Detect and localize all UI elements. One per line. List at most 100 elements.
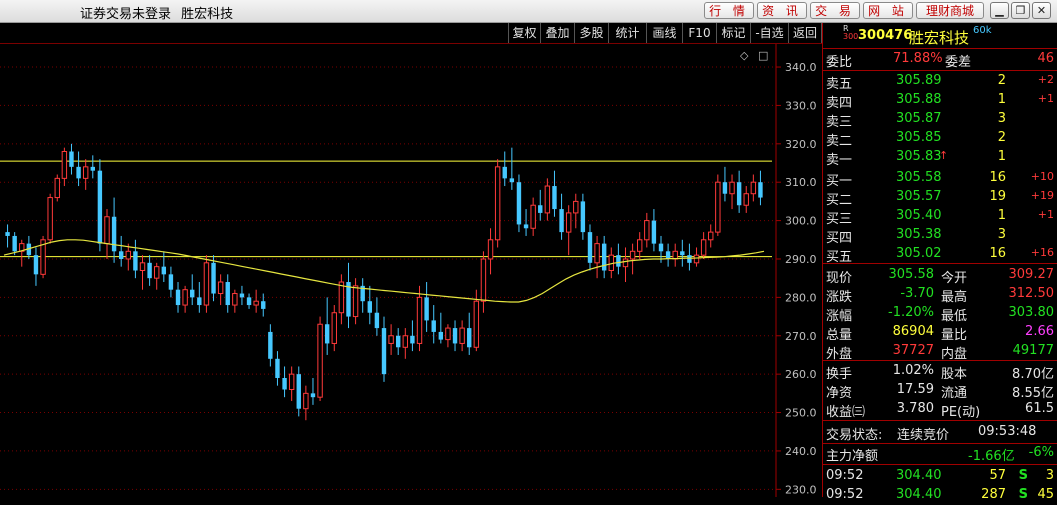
ask-row: 卖二 305.85 2: [823, 129, 1057, 149]
close-icon[interactable]: ✕: [1032, 2, 1051, 19]
y-tick-label: 320.0: [785, 138, 817, 151]
fundamental-label: PE(动): [941, 405, 981, 420]
news-button[interactable]: 资 讯: [757, 2, 807, 19]
fundamental-row: 收益㈢ 3.780 PE(动) 61.5: [823, 400, 1057, 420]
minimize-icon[interactable]: ▁: [990, 2, 1009, 19]
candle-body-up: [154, 266, 160, 279]
candle-body-up: [594, 243, 600, 264]
fundamental-value: 17.59: [896, 382, 934, 397]
stat-label: 现价: [826, 271, 853, 286]
candle-body-down: [538, 205, 543, 213]
toolbar-overlay[interactable]: 叠加: [540, 23, 574, 43]
candle-body-down: [665, 251, 671, 259]
ask-price: 305.88: [896, 92, 942, 107]
square-icon[interactable]: □: [758, 49, 768, 62]
bid-volume: 1: [997, 208, 1006, 223]
kline-chart[interactable]: 340.0 330.0 320.0 310.0 300.0 290.0 280.0 270.0…: [0, 44, 822, 497]
fundamental-label: 流通: [941, 386, 968, 401]
bid-change: +10: [1030, 170, 1054, 183]
candle-body-up: [388, 335, 394, 344]
candle-body-down: [523, 224, 529, 229]
candle-body-down: [722, 182, 728, 194]
fundamental-row: 净资 17.59 流通 8.55亿: [823, 381, 1057, 401]
weibi-row: 委比 71.88% 委差 46: [823, 50, 1057, 70]
wealth-mall-button[interactable]: 理财商城: [916, 2, 984, 19]
stat-label: 量比: [941, 328, 968, 343]
toolbar-draw-line[interactable]: 画线: [646, 23, 682, 43]
fundamental-label: 股本: [941, 367, 968, 382]
divider: [823, 360, 1057, 361]
candle-body-down: [76, 166, 81, 179]
diamond-icon[interactable]: ◇: [740, 49, 749, 62]
quote-panel: R 300 300476 胜宏科技 60k 委比 71.88% 委差 46 卖五 3…: [822, 23, 1057, 502]
candle-body-up: [530, 204, 536, 229]
candle-body-down: [118, 251, 124, 259]
stat-value: -3.70: [900, 286, 934, 301]
candle-body-down: [658, 243, 664, 252]
candle-body-down: [502, 166, 507, 179]
candle-body-up: [708, 231, 714, 241]
bid-row: 买三 305.40 1 +1: [823, 207, 1057, 227]
candle-body-down: [190, 289, 195, 298]
bid-price: 305.57: [896, 189, 942, 204]
tick-side: S: [1018, 468, 1028, 483]
toolbar-mark[interactable]: 标记: [716, 23, 750, 43]
candle-body-down: [12, 235, 17, 252]
ask-volume: 3: [997, 111, 1006, 126]
candle-body-down: [410, 335, 415, 344]
candle-body-down: [680, 251, 685, 256]
bid-volume: 3: [997, 227, 1006, 242]
stat-value: 86904: [892, 324, 934, 339]
bid-change: +1: [1037, 208, 1054, 221]
stat-row: 现价 305.58 今开 309.27: [823, 266, 1057, 286]
toolbar-multi-stock[interactable]: 多股: [574, 23, 608, 43]
candle-body-down: [367, 301, 372, 313]
tick-count: 3: [1045, 468, 1054, 483]
fundamental-value: 1.02%: [892, 363, 934, 378]
ask-label: 卖四: [826, 96, 853, 111]
window-title: 证券交易未登录 胜宏科技: [80, 3, 239, 22]
toolbar-f10[interactable]: F10: [682, 23, 716, 43]
ask-price: 305.87: [896, 111, 942, 126]
toolbar-fuquan[interactable]: 复权: [508, 23, 540, 43]
candle-body-down: [111, 216, 117, 252]
candle-body-up: [473, 300, 480, 348]
toolbar-statistics[interactable]: 统计: [608, 23, 646, 43]
candle-body-down: [587, 232, 593, 263]
chart-toolbar: 复权 叠加 多股 统计 画线 F10 标记 -自选 返回: [0, 23, 822, 44]
candle-body-down: [175, 289, 181, 306]
market-tag-bottom: 300: [843, 32, 859, 41]
candle-body-up: [416, 296, 423, 344]
fundamental-label: 收益㈢: [826, 405, 866, 420]
login-status: 证券交易未登录: [80, 7, 172, 22]
candle-body-down: [268, 331, 273, 359]
main-flow-pct: -6%: [1028, 445, 1054, 460]
bid-row: 买一 305.58 16 +10: [823, 169, 1057, 189]
candle-body-up: [494, 166, 501, 241]
stat-row: 涨幅 -1.20% 最低 303.80: [823, 304, 1057, 324]
stock-name: 胜宏科技: [909, 29, 970, 47]
quotes-button[interactable]: 行 情: [704, 2, 754, 19]
tick-price: 304.40: [896, 487, 942, 502]
candle-body-down: [310, 393, 316, 398]
candle-body-down: [438, 331, 444, 340]
weicha-label: 委差: [945, 55, 972, 70]
candle-body-up: [232, 293, 238, 306]
candle-body-down: [97, 170, 103, 244]
restore-icon[interactable]: ❐: [1011, 2, 1030, 19]
trade-button[interactable]: 交 易: [810, 2, 860, 19]
candle-body-up: [54, 177, 60, 199]
weicha-value: 46: [1037, 51, 1054, 66]
candle-body-down: [69, 151, 74, 167]
candle-body-up: [125, 250, 132, 260]
divider: [823, 464, 1057, 465]
website-button[interactable]: 网 站: [863, 2, 913, 19]
toolbar-back[interactable]: 返回: [788, 23, 822, 43]
stat-value: 312.50: [1008, 286, 1055, 301]
toolbar-remove-favorite[interactable]: -自选: [750, 23, 788, 43]
ask-row: 卖一 305.83 ↑ 1: [823, 148, 1057, 168]
stock-code: 300476: [858, 28, 913, 43]
candle-body-up: [636, 239, 643, 252]
candle-body-up: [104, 216, 110, 245]
y-tick-label: 340.0: [785, 61, 817, 74]
